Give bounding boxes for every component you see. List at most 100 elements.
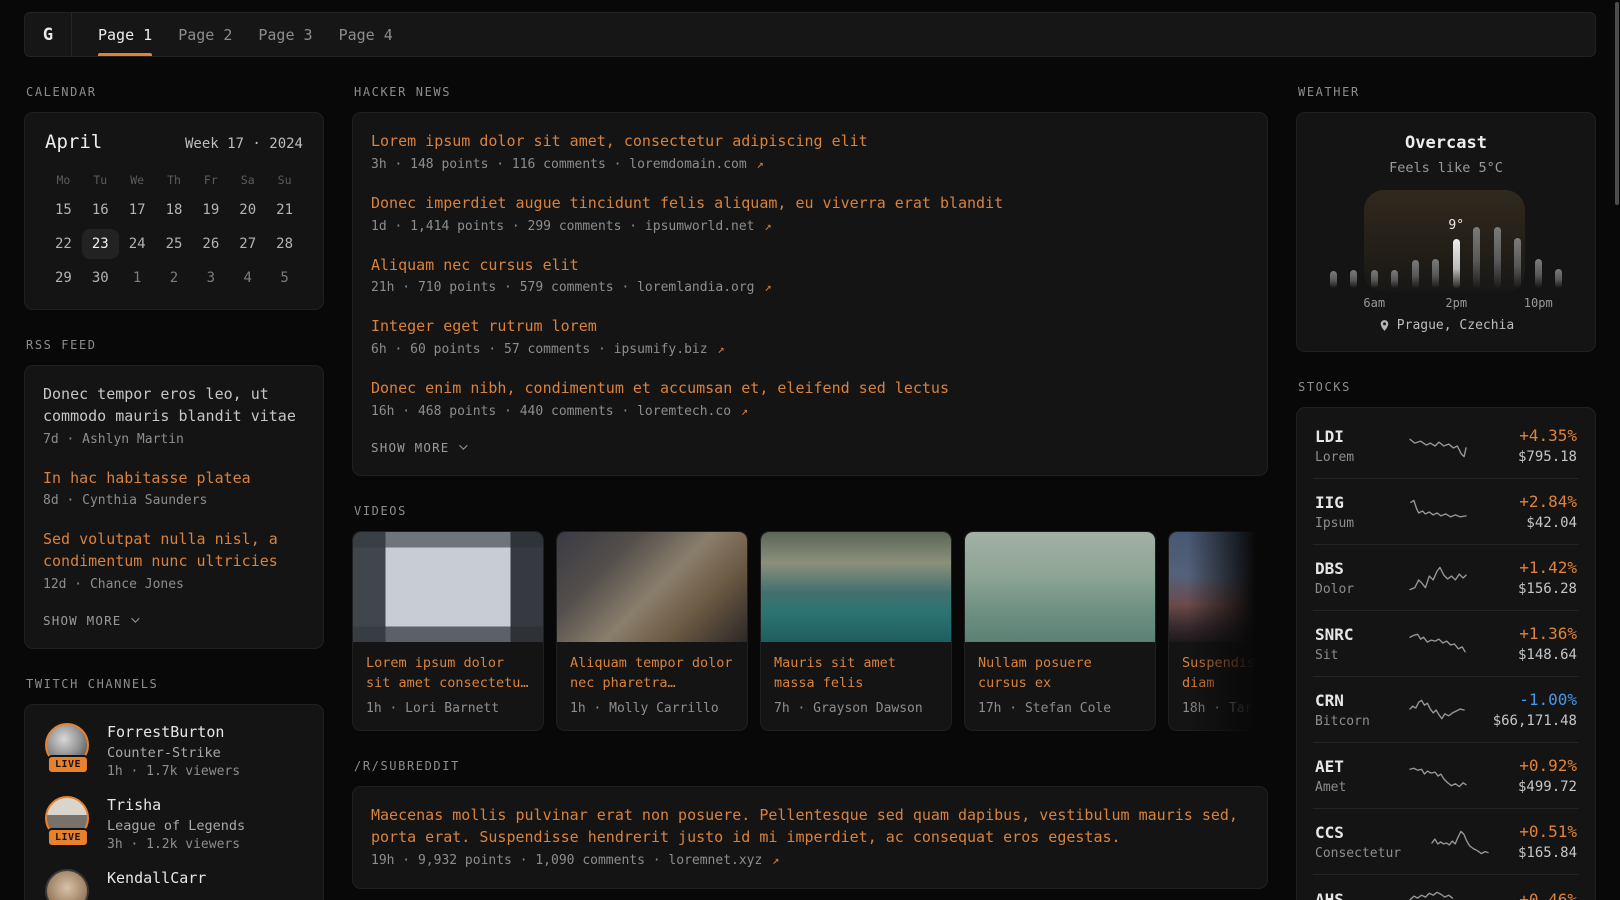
stock-change-percent: +0.46% — [1477, 890, 1577, 900]
rss-item-title[interactable]: Sed volutpat nulla nisl, a condimentum n… — [43, 529, 305, 573]
subreddit-post-title[interactable]: Maecenas mollis pulvinar erat non posuer… — [371, 805, 1249, 849]
page-tab[interactable]: Page 2 — [178, 13, 232, 56]
video-meta: 18h · Tara — [1182, 701, 1268, 716]
video-thumbnail[interactable] — [965, 532, 1155, 642]
calendar-day: 4 — [229, 263, 266, 293]
video-thumbnail[interactable] — [1169, 532, 1268, 642]
calendar-day: 27 — [229, 229, 266, 259]
hackernews-item-title[interactable]: Donec enim nibh, condimentum et accumsan… — [371, 378, 1249, 400]
twitch-channel-row[interactable]: LIVE ForrestBurton Counter-Strike 1h · 1… — [45, 723, 303, 779]
calendar-day: 23 — [82, 229, 119, 259]
weather-section-label: WEATHER — [1298, 85, 1596, 99]
twitch-channel-meta: 3h · 1.2k viewers — [107, 837, 245, 852]
stock-row[interactable]: SNRC Sit +1.36% $148.64 — [1313, 610, 1579, 676]
stock-symbol[interactable]: SNRC — [1315, 625, 1399, 644]
scrollbar-thumb[interactable] — [1615, 2, 1619, 205]
hackernews-show-more-button[interactable]: SHOW MORE — [371, 440, 465, 455]
hackernews-item-title[interactable]: Lorem ipsum dolor sit amet, consectetur … — [371, 131, 1249, 153]
page-tab[interactable]: Page 1 — [98, 13, 152, 56]
app-logo[interactable]: G — [25, 13, 72, 56]
twitch-channel-name[interactable]: ForrestBurton — [107, 723, 240, 741]
weather-bar — [1535, 259, 1542, 288]
external-link-icon[interactable]: ↗ — [741, 404, 748, 418]
video-card[interactable]: Suspendisse diam 18h · Tara — [1168, 531, 1268, 732]
chevron-down-icon — [459, 442, 467, 450]
weather-bar-cell — [1508, 224, 1529, 288]
stock-symbol[interactable]: CRN — [1315, 691, 1399, 710]
video-card[interactable]: Aliquam tempor dolor nec pharetra… 1h · … — [556, 531, 748, 732]
show-more-label: SHOW MORE — [43, 613, 122, 628]
twitch-channel-game: League of Legends — [107, 818, 245, 834]
stock-name: Bitcorn — [1315, 714, 1399, 729]
top-navigation-bar: G Page 1 Page 2 Page 3 Page 4 — [24, 12, 1596, 57]
twitch-channel-info: KendallCarr — [107, 869, 206, 891]
video-title[interactable]: Lorem ipsum dolor sit amet consectetu… — [366, 653, 530, 694]
video-title[interactable]: Aliquam tempor dolor nec pharetra… — [570, 653, 734, 694]
external-link-icon[interactable]: ↗ — [772, 853, 779, 867]
twitch-channel-name[interactable]: KendallCarr — [107, 869, 206, 887]
weather-condition: Overcast — [1317, 133, 1575, 153]
stock-change-percent: +2.84% — [1477, 492, 1577, 511]
calendar-day: 5 — [266, 263, 303, 293]
stock-row[interactable]: AET Amet +0.92% $499.72 — [1313, 742, 1579, 808]
stock-symbol[interactable]: LDI — [1315, 427, 1399, 446]
page-tab[interactable]: Page 3 — [258, 13, 312, 56]
stock-price: $148.64 — [1477, 647, 1577, 663]
stock-name: Ipsum — [1315, 516, 1399, 531]
twitch-channel-row[interactable]: KendallCarr — [45, 869, 303, 900]
hackernews-item-title[interactable]: Donec imperdiet augue tincidunt felis al… — [371, 193, 1249, 215]
hackernews-item: Aliquam nec cursus elit 21h · 710 points… — [371, 255, 1249, 296]
videos-carousel: Lorem ipsum dolor sit amet consectetu… 1… — [352, 531, 1268, 732]
hackernews-item-meta-text: 1d · 1,414 points · 299 comments · ipsum… — [371, 219, 755, 234]
calendar-day: 16 — [82, 195, 119, 225]
video-title[interactable]: Mauris sit amet massa felis — [774, 653, 938, 694]
video-thumbnail[interactable] — [353, 532, 543, 642]
external-link-icon[interactable]: ↗ — [757, 157, 764, 171]
stock-row[interactable]: CCS Consectetur +0.51% $165.84 — [1313, 808, 1579, 874]
subreddit-post-meta: 19h · 9,932 points · 1,090 comments · lo… — [371, 853, 1249, 868]
rss-item-title[interactable]: In hac habitasse platea — [43, 468, 305, 490]
hackernews-item-title[interactable]: Aliquam nec cursus elit — [371, 255, 1249, 277]
weather-bars: 6am — [1323, 224, 1569, 288]
hackernews-item-meta: 16h · 468 points · 440 comments · loremt… — [371, 404, 1249, 419]
twitch-channel-name[interactable]: Trisha — [107, 796, 245, 814]
page-tab[interactable]: Page 4 — [339, 13, 393, 56]
twitch-channels-widget: LIVE ForrestBurton Counter-Strike 1h · 1… — [24, 704, 324, 900]
video-thumbnail[interactable] — [761, 532, 951, 642]
external-link-icon[interactable]: ↗ — [764, 219, 771, 233]
video-card[interactable]: Lorem ipsum dolor sit amet consectetu… 1… — [352, 531, 544, 732]
stock-sparkline — [1409, 697, 1467, 723]
left-column: CALENDAR April Week 17 · 2024 Mo Tu We T… — [24, 57, 324, 900]
stock-row[interactable]: LDI Lorem +4.35% $795.18 — [1313, 413, 1579, 478]
stock-row[interactable]: AHS +0.46% — [1313, 874, 1579, 900]
subreddit-widget: Maecenas mollis pulvinar erat non posuer… — [352, 786, 1268, 889]
video-thumbnail[interactable] — [557, 532, 747, 642]
video-title[interactable]: Suspendisse diam — [1182, 653, 1268, 694]
stock-symbol[interactable]: CCS — [1315, 823, 1421, 842]
weather-bar-cell — [1487, 224, 1508, 288]
rss-show-more-button[interactable]: SHOW MORE — [43, 613, 137, 628]
twitch-channel-row[interactable]: LIVE Trisha League of Legends 3h · 1.2k … — [45, 796, 303, 852]
subreddit-section-label: /R/SUBREDDIT — [354, 759, 1268, 773]
video-card[interactable]: Mauris sit amet massa felis 7h · Grayson… — [760, 531, 952, 732]
calendar-day: 21 — [266, 195, 303, 225]
stock-change-percent: -1.00% — [1477, 690, 1577, 709]
video-title[interactable]: Nullam posuere cursus ex — [978, 653, 1142, 694]
hackernews-item-title[interactable]: Integer eget rutrum lorem — [371, 316, 1249, 338]
stock-row[interactable]: CRN Bitcorn -1.00% $66,171.48 — [1313, 676, 1579, 742]
stock-symbol[interactable]: DBS — [1315, 559, 1399, 578]
stock-row[interactable]: DBS Dolor +1.42% $156.28 — [1313, 544, 1579, 610]
stock-symbol[interactable]: AET — [1315, 757, 1399, 776]
stock-row[interactable]: IIG Ipsum +2.84% $42.04 — [1313, 478, 1579, 544]
video-card[interactable]: Nullam posuere cursus ex 17h · Stefan Co… — [964, 531, 1156, 732]
weather-feels-like: Feels like 5°C — [1317, 160, 1575, 176]
twitch-channel-info: ForrestBurton Counter-Strike 1h · 1.7k v… — [107, 723, 240, 779]
stock-symbol[interactable]: AHS — [1315, 890, 1399, 900]
weather-bar — [1412, 260, 1419, 288]
external-link-icon[interactable]: ↗ — [764, 280, 771, 294]
external-link-icon[interactable]: ↗ — [717, 342, 724, 356]
weather-bar — [1555, 269, 1562, 288]
weather-bar-cell: 10pm — [1528, 224, 1549, 288]
stock-symbol[interactable]: IIG — [1315, 493, 1399, 512]
rss-item-title[interactable]: Donec tempor eros leo, ut commodo mauris… — [43, 384, 305, 428]
